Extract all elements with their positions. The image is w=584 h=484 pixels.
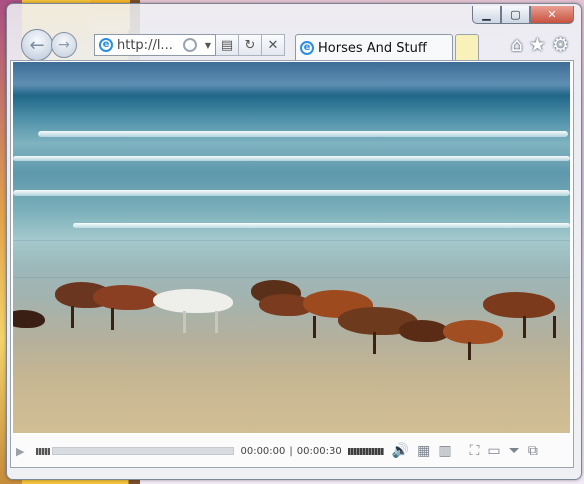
horse-legs xyxy=(313,316,316,338)
horse-legs xyxy=(215,311,218,333)
page-content: ▶ 00:00:00 | 00:00:30 🔊 ▦ ▥ ⛶ ▭ ⏷ ⧉ xyxy=(10,60,574,468)
horse xyxy=(483,292,555,318)
compatibility-icon[interactable]: ▤ xyxy=(216,34,239,56)
back-arrow-icon[interactable]: ← xyxy=(21,29,53,61)
toolbar-icons: ⌂ ★ ⚙ xyxy=(511,34,569,56)
navigation-buttons: ← → xyxy=(21,29,77,61)
player-controls: ▶ 00:00:00 | 00:00:30 🔊 ▦ ▥ ⛶ ▭ ⏷ ⧉ xyxy=(11,435,573,467)
window-controls: ▁ ▢ ✕ xyxy=(472,6,574,24)
video-frame[interactable] xyxy=(13,62,570,433)
forward-arrow-icon[interactable]: → xyxy=(51,32,77,58)
play-icon[interactable]: ▶ xyxy=(16,445,24,458)
address-bar: e http://l... ▼ ▤ ↻ ✕ xyxy=(94,34,289,56)
new-tab-button[interactable] xyxy=(455,34,479,62)
tab-horses[interactable]: e Horses And Stuff xyxy=(295,34,453,61)
shoreline xyxy=(13,277,570,278)
settings-gear-icon[interactable]: ⚙ xyxy=(552,34,569,56)
fullscreen-icon[interactable]: ⛶ xyxy=(470,443,480,459)
close-button[interactable]: ✕ xyxy=(530,6,574,24)
time-divider: | xyxy=(289,445,293,457)
wave xyxy=(13,156,570,161)
horse-legs xyxy=(373,332,376,354)
horse-legs xyxy=(111,308,114,330)
horse-legs xyxy=(468,342,471,360)
horse-legs xyxy=(553,316,556,338)
horse-legs xyxy=(183,311,186,333)
ie-icon: e xyxy=(300,41,314,55)
favorites-star-icon[interactable]: ★ xyxy=(529,34,546,56)
dropdown-icon[interactable]: ▼ xyxy=(205,41,211,50)
stop-icon[interactable]: ✕ xyxy=(262,34,285,56)
menu-icon[interactable]: ⏷ xyxy=(509,443,520,459)
compact-icon[interactable]: ▭ xyxy=(487,443,500,459)
current-time: 00:00:00 xyxy=(240,445,286,457)
horse-legs xyxy=(71,306,74,328)
volume-icon[interactable]: 🔊 xyxy=(392,443,409,459)
address-input[interactable]: e http://l... ▼ xyxy=(94,34,216,56)
horse xyxy=(93,285,159,310)
seek-handle[interactable] xyxy=(36,447,51,455)
horse-legs xyxy=(523,316,526,338)
wave xyxy=(38,131,568,137)
tab-title: Horses And Stuff xyxy=(318,40,427,56)
ie-icon: e xyxy=(99,38,113,52)
seek-bar[interactable] xyxy=(52,447,235,455)
horse xyxy=(153,289,233,313)
minimize-button[interactable]: ▁ xyxy=(472,6,501,24)
refresh-icon[interactable]: ↻ xyxy=(239,34,262,56)
maximize-button[interactable]: ▢ xyxy=(501,6,530,24)
horse xyxy=(399,320,449,342)
address-text: http://l... xyxy=(117,37,173,53)
shoreline xyxy=(13,240,570,241)
library-icon[interactable]: ▥ xyxy=(438,443,451,459)
wave xyxy=(73,223,570,228)
total-time: 00:00:30 xyxy=(296,445,342,457)
horse xyxy=(443,320,503,344)
playlist-icon[interactable]: ▦ xyxy=(417,443,430,459)
home-icon[interactable]: ⌂ xyxy=(511,34,523,56)
wave xyxy=(13,190,570,196)
switch-view-icon[interactable]: ⧉ xyxy=(528,443,538,459)
search-icon[interactable] xyxy=(182,38,197,52)
volume-slider[interactable] xyxy=(347,447,384,455)
horse xyxy=(13,310,45,328)
